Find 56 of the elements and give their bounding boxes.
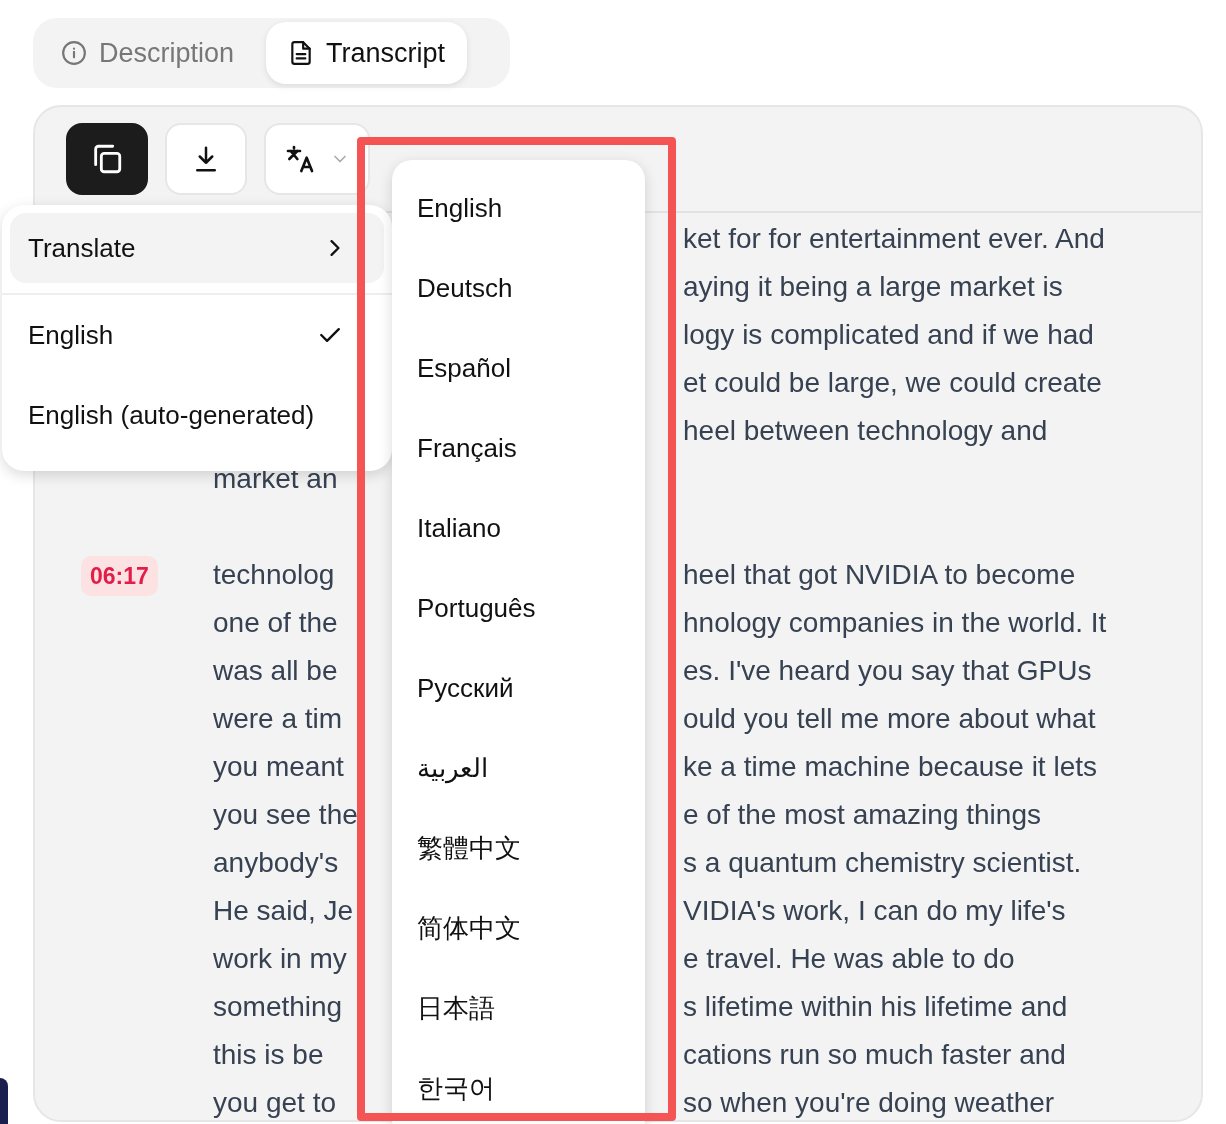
tab[interactable]: Description bbox=[39, 22, 257, 84]
transcript-text: ke a time machine because it lets bbox=[683, 750, 1098, 784]
window-edge bbox=[0, 1078, 8, 1124]
language-option[interactable]: Русский bbox=[392, 648, 645, 728]
transcript-text: e of the most amazing things bbox=[683, 798, 1042, 832]
transcript-text: ket for for entertainment ever. And bbox=[683, 222, 1106, 256]
transcript-text: hnology companies in the world. It bbox=[683, 606, 1108, 640]
language-option[interactable]: 简体中文 bbox=[392, 888, 645, 968]
transcript-text: you meant bbox=[213, 750, 345, 784]
transcript-text: were a tim bbox=[213, 702, 344, 736]
translate-button[interactable] bbox=[264, 123, 370, 195]
transcript-text: aying it being a large market is bbox=[683, 270, 1064, 304]
chevron-right-icon bbox=[330, 240, 340, 256]
transcript-text: market an bbox=[213, 462, 339, 496]
language-option[interactable]: 繁體中文 bbox=[392, 808, 645, 888]
transcript-text: et could be large, we could create bbox=[683, 366, 1103, 400]
transcript-text: es. I've heard you say that GPUs bbox=[683, 654, 1093, 688]
copy-button[interactable] bbox=[66, 123, 148, 195]
transcript-text: s a quantum chemistry scientist. bbox=[683, 846, 1083, 880]
language-option[interactable]: Français bbox=[392, 408, 645, 488]
transcript-text: He said, Je bbox=[213, 894, 355, 928]
language-option[interactable]: Italiano bbox=[392, 488, 645, 568]
transcript-text: one of the bbox=[213, 606, 339, 640]
language-option[interactable]: 日本語 bbox=[392, 968, 645, 1048]
transcript-text: you get to bbox=[213, 1086, 337, 1120]
transcript-text: s lifetime within his lifetime and bbox=[683, 990, 1069, 1024]
menu-item[interactable]: English (auto-generated) bbox=[10, 375, 384, 455]
language-option[interactable]: 한국어 bbox=[392, 1048, 645, 1124]
transcript-text: was all be bbox=[213, 654, 339, 688]
transcript-text: so when you're doing weather bbox=[683, 1086, 1056, 1120]
transcript-text: something bbox=[213, 990, 344, 1024]
transcript-text: you see the bbox=[213, 798, 359, 832]
transcript-text: this is be bbox=[213, 1038, 325, 1072]
transcript-text: e travel. He was able to do bbox=[683, 942, 1016, 976]
transcript-text: cations run so much faster and bbox=[683, 1038, 1067, 1072]
language-option[interactable]: العربية bbox=[392, 728, 645, 808]
menu-item[interactable]: Translate bbox=[10, 213, 384, 283]
transcript-text: heel that got NVIDIA to become bbox=[683, 558, 1077, 592]
menu-item[interactable]: English bbox=[10, 295, 384, 375]
info-icon bbox=[61, 40, 87, 66]
language-option[interactable]: English bbox=[392, 168, 645, 248]
language-option[interactable]: Español bbox=[392, 328, 645, 408]
timestamp[interactable]: 06:17 bbox=[81, 556, 158, 596]
translate-icon bbox=[284, 143, 316, 175]
transcript-text: VIDIA's work, I can do my life's bbox=[683, 894, 1067, 928]
tab[interactable]: Transcript bbox=[266, 22, 468, 84]
transcript-text: work in my bbox=[213, 942, 348, 976]
transcript-text: heel between technology and bbox=[683, 414, 1049, 448]
transcript-text: anybody's bbox=[213, 846, 340, 880]
check-icon bbox=[320, 328, 340, 342]
language-option[interactable]: Português bbox=[392, 568, 645, 648]
language-option[interactable]: Deutsch bbox=[392, 248, 645, 328]
transcript-text: technolog bbox=[213, 558, 336, 592]
download-button[interactable] bbox=[165, 123, 247, 195]
transcript-text: logy is complicated and if we had bbox=[683, 318, 1095, 352]
transcript-text: ould you tell me more about what bbox=[683, 702, 1097, 736]
